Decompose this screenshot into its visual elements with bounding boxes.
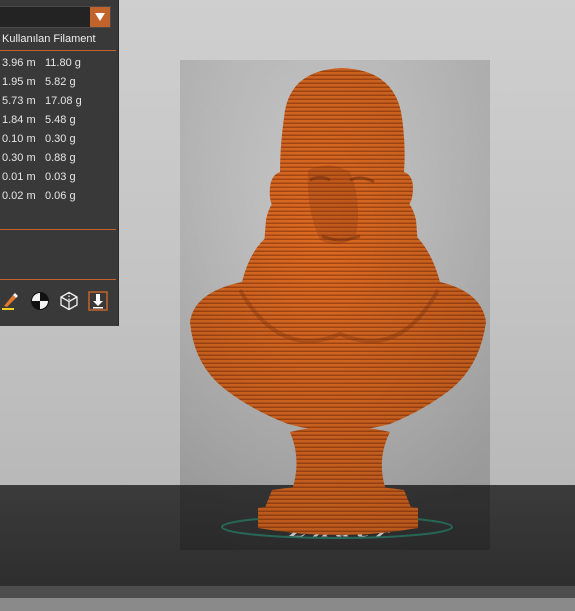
list-item: 1.84 m 5.48 g xyxy=(2,114,82,133)
used-filament-header: Kullanılan Filament xyxy=(2,33,96,45)
list-item: 0.02 m 0.06 g xyxy=(2,190,82,209)
3d-viewport[interactable]: Ender xyxy=(0,0,575,611)
view-type-dropdown[interactable] xyxy=(0,6,111,28)
list-item: 3.96 m 11.80 g xyxy=(2,57,82,76)
filament-length: 1.95 m xyxy=(2,76,36,88)
filament-weight: 0.03 g xyxy=(45,171,76,183)
download-icon[interactable] xyxy=(87,290,109,312)
filament-weight: 17.08 g xyxy=(45,95,82,107)
color-paint-icon[interactable] xyxy=(0,290,22,312)
cube-view-icon[interactable] xyxy=(58,290,80,312)
filament-weight: 5.82 g xyxy=(45,76,76,88)
divider xyxy=(0,279,116,280)
filament-usage-list: 3.96 m 11.80 g 1.95 m 5.82 g 5.73 m 17.0… xyxy=(2,57,82,209)
build-plate-front xyxy=(0,598,575,611)
filament-length: 0.10 m xyxy=(2,133,36,145)
filament-weight: 11.80 g xyxy=(45,57,81,69)
filament-length: 0.30 m xyxy=(2,152,36,164)
center-view-icon[interactable] xyxy=(29,290,51,312)
filament-weight: 0.06 g xyxy=(45,190,76,202)
filament-length: 0.01 m xyxy=(2,171,36,183)
filament-usage-panel: Kullanılan Filament 3.96 m 11.80 g 1.95 … xyxy=(0,0,118,326)
list-item: 5.73 m 17.08 g xyxy=(2,95,82,114)
list-item: 0.10 m 0.30 g xyxy=(2,133,82,152)
filament-length: 1.84 m xyxy=(2,114,36,126)
list-item: 1.95 m 5.82 g xyxy=(2,76,82,95)
divider xyxy=(0,229,116,230)
chevron-down-icon[interactable] xyxy=(90,7,110,27)
filament-weight: 0.88 g xyxy=(45,152,76,164)
list-item: 0.30 m 0.88 g xyxy=(2,152,82,171)
filament-weight: 0.30 g xyxy=(45,133,76,145)
filament-length: 3.96 m xyxy=(2,57,36,69)
filament-length: 0.02 m xyxy=(2,190,36,202)
sliced-model[interactable] xyxy=(180,60,490,550)
divider xyxy=(0,50,116,51)
list-item: 0.01 m 0.03 g xyxy=(2,171,82,190)
view-toolbar xyxy=(0,290,116,312)
filament-weight: 5.48 g xyxy=(45,114,76,126)
filament-length: 5.73 m xyxy=(2,95,36,107)
